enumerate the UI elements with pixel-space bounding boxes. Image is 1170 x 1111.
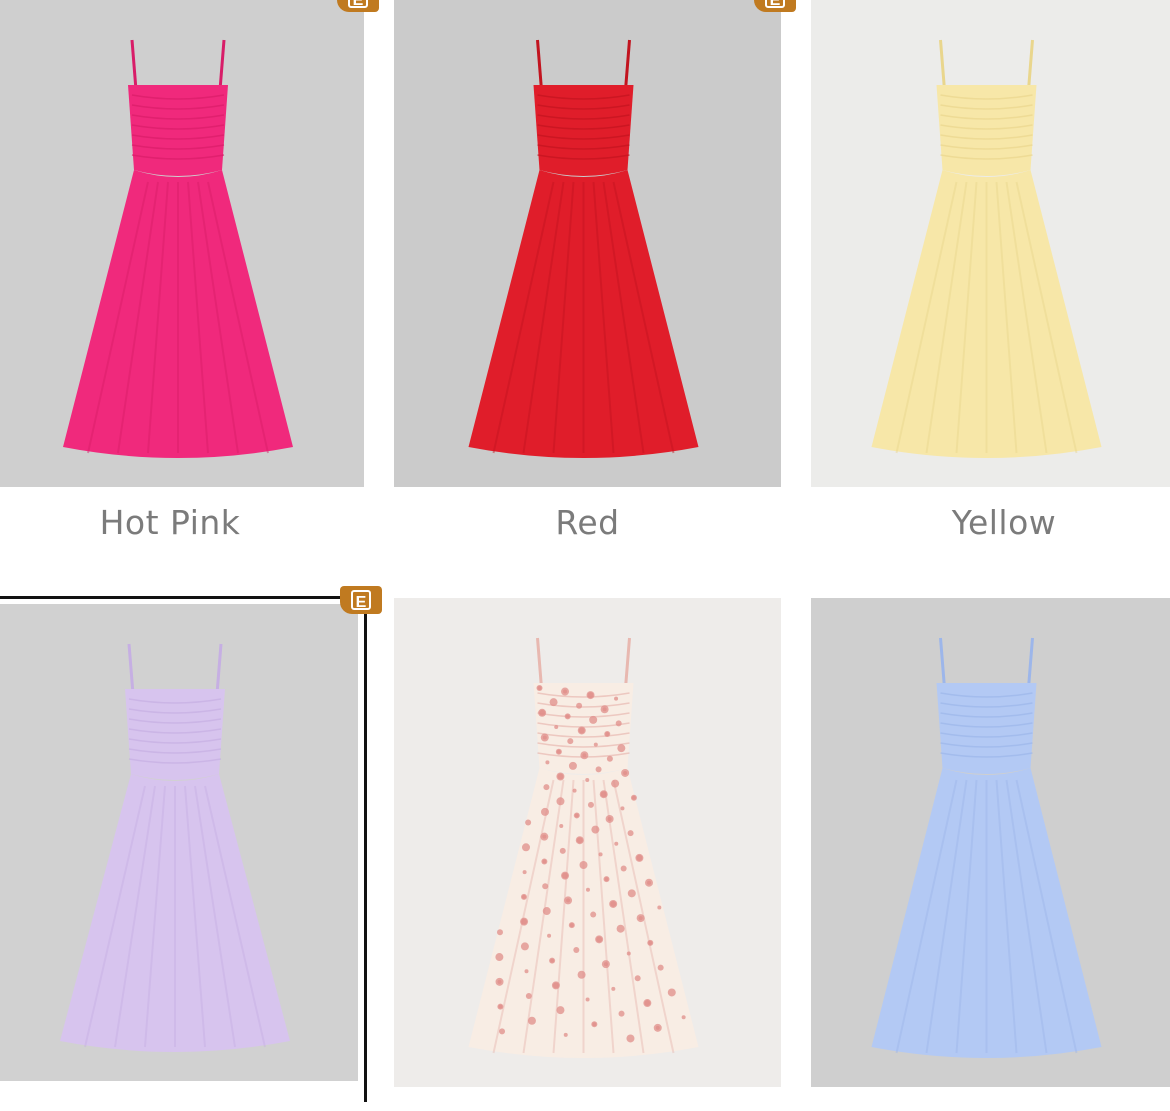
color-swatch-yellow[interactable] [811,0,1170,487]
badge-icon: E [754,0,796,12]
color-swatch-red[interactable] [394,0,781,487]
swatch-label: Red [555,503,620,542]
color-swatch-lavender[interactable] [0,604,358,1081]
badge-icon: E [340,586,382,614]
color-swatch-hot-pink[interactable] [0,0,364,487]
selection-border-right [364,612,367,1102]
badge-icon: E [337,0,379,12]
swatch-label: Yellow [951,503,1057,542]
dress-image [811,0,1170,487]
dress-image [394,598,781,1087]
dress-image [394,0,781,487]
selection-border-top [0,596,346,599]
dress-image [0,0,364,487]
color-swatch-floral[interactable] [394,598,781,1087]
color-swatch-baby-blue[interactable] [811,598,1170,1087]
swatch-label: Hot Pink [99,503,241,542]
dress-image [0,604,358,1081]
dress-image [811,598,1170,1087]
